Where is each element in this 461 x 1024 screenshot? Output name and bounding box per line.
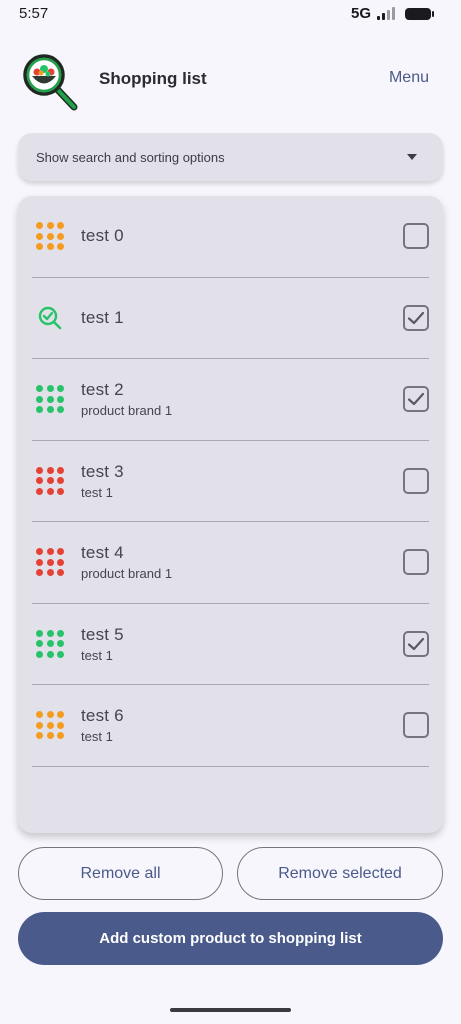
item-brand: product brand 1: [81, 403, 173, 419]
item-brand: product brand 1: [81, 566, 173, 582]
dots-grid-icon: [33, 382, 67, 416]
list-item[interactable]: test 5 test 1: [32, 604, 429, 685]
dots-grid-icon: [33, 708, 67, 742]
list-item[interactable]: test 2 product brand 1: [32, 359, 429, 441]
status-bar: 5:57 5G: [0, 0, 461, 28]
network-type: 5G: [350, 5, 371, 22]
item-name: test 4: [81, 543, 124, 563]
item-checkbox[interactable]: [403, 467, 429, 494]
list-item[interactable]: test 3 test 1: [32, 441, 429, 522]
search-sort-toggle[interactable]: Show search and sorting options: [18, 133, 443, 181]
list-item[interactable]: test 1: [32, 278, 429, 359]
dots-grid-icon: [33, 545, 67, 579]
item-checkbox[interactable]: [403, 549, 429, 576]
search-check-icon: [33, 301, 67, 335]
item-checkbox[interactable]: [403, 223, 429, 250]
item-name: test 2: [81, 380, 124, 400]
checkmark-icon: [407, 637, 425, 650]
shopping-list: test 0 test 1 test 2 product brand 1 tes…: [18, 196, 443, 833]
app-header: Shopping list Menu: [0, 45, 461, 111]
status-time: 5:57: [19, 5, 49, 22]
menu-button[interactable]: Menu: [389, 69, 429, 87]
item-name: test 6: [81, 706, 124, 726]
search-sort-toggle-label: Show search and sorting options: [36, 149, 225, 165]
dots-grid-icon: [33, 464, 67, 498]
salad-search-logo-icon: [23, 54, 78, 111]
page-title: Shopping list: [99, 69, 207, 88]
item-brand: test 1: [81, 484, 113, 500]
item-name: test 1: [81, 307, 124, 327]
item-checkbox[interactable]: [403, 630, 429, 657]
signal-icon: [377, 7, 395, 20]
list-item[interactable]: test 0: [32, 196, 429, 278]
item-name: test 0: [81, 226, 124, 246]
remove-selected-button[interactable]: Remove selected: [237, 847, 443, 900]
item-checkbox[interactable]: [403, 304, 429, 331]
item-brand: test 1: [81, 729, 113, 745]
home-indicator[interactable]: [170, 1008, 291, 1012]
item-checkbox[interactable]: [403, 712, 429, 739]
checkmark-icon: [407, 393, 425, 406]
remove-all-button[interactable]: Remove all: [18, 847, 223, 900]
item-name: test 5: [81, 624, 124, 644]
list-item[interactable]: test 4 product brand 1: [32, 522, 429, 604]
item-brand: test 1: [81, 647, 113, 663]
item-name: test 3: [81, 461, 124, 481]
checkmark-icon: [407, 311, 425, 324]
add-custom-product-button[interactable]: Add custom product to shopping list: [18, 912, 443, 965]
status-icons: 5G: [350, 5, 434, 22]
list-item[interactable]: test 6 test 1: [32, 685, 429, 767]
dots-grid-icon: [33, 627, 67, 661]
battery-icon: [405, 7, 434, 20]
dropdown-arrow-icon: [407, 154, 417, 160]
dots-grid-icon: [33, 219, 67, 253]
item-checkbox[interactable]: [403, 386, 429, 413]
